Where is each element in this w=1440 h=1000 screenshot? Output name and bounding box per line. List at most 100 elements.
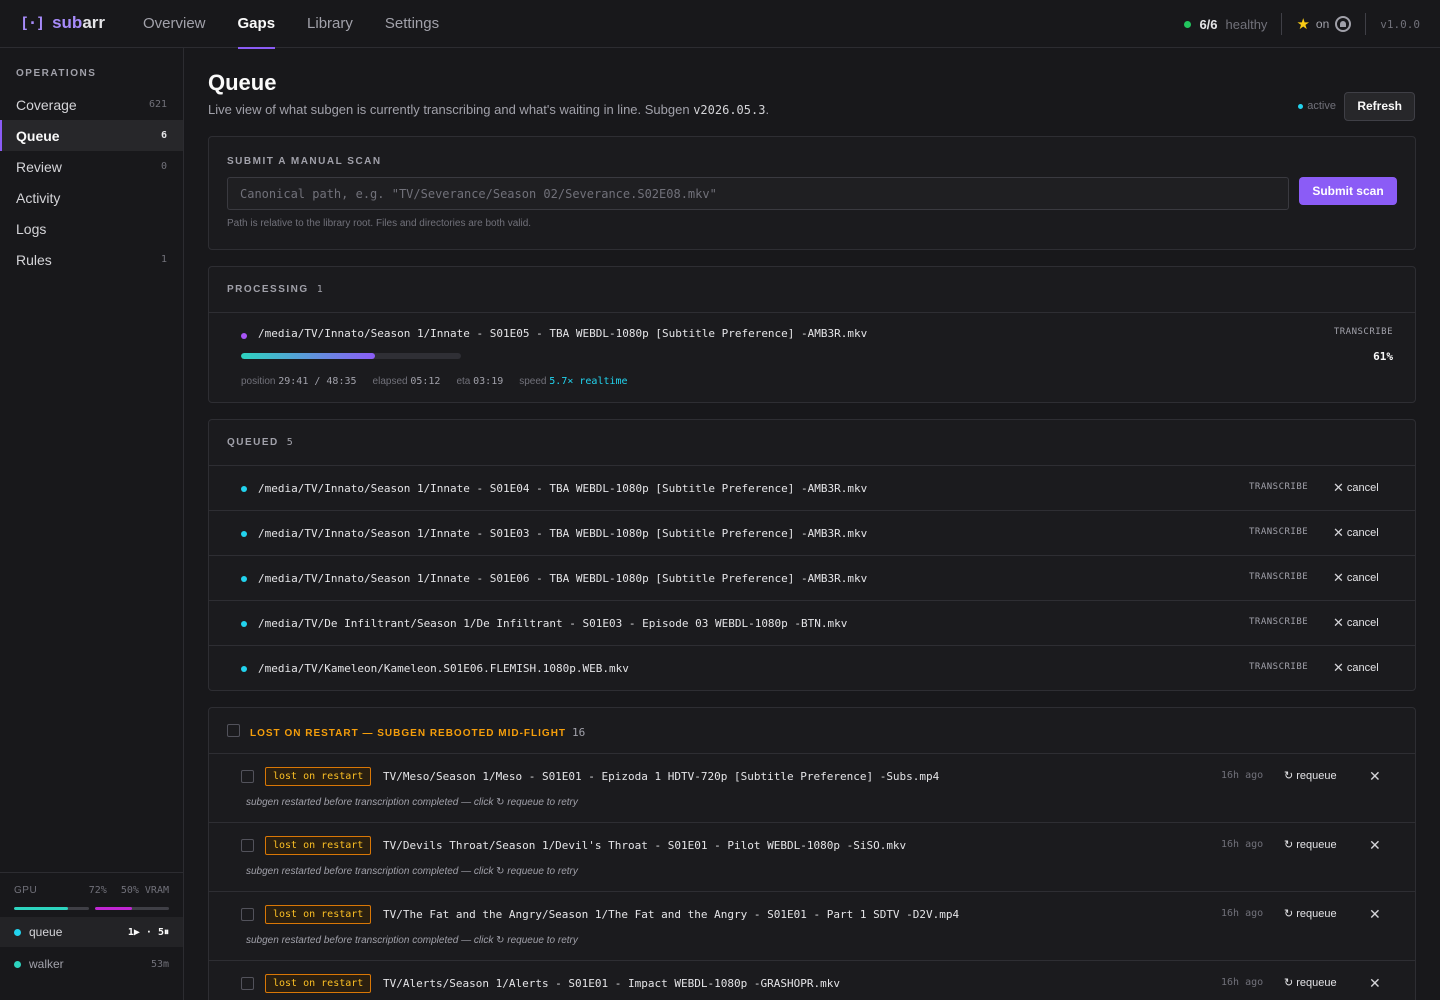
close-icon: ✕ <box>1333 615 1344 630</box>
sidebar-item-label: Rules <box>16 251 52 268</box>
worker-status: 1▶ · 5⏸ <box>127 926 169 938</box>
sidebar-item-logs[interactable]: Logs <box>0 213 183 244</box>
cancel-label: cancel <box>1346 571 1379 584</box>
requeue-button[interactable]: ↻ requeue <box>1284 976 1337 989</box>
cancel-button[interactable]: ✕ cancel <box>1333 571 1379 584</box>
health-dot-icon <box>1184 20 1192 28</box>
queued-row: /media/TV/Innato/Season 1/Innate - S01E0… <box>209 511 1415 556</box>
nav-gaps[interactable]: Gaps <box>237 0 275 49</box>
processing-dot-icon <box>241 333 247 339</box>
brand-logo[interactable]: [·] subarr <box>20 13 105 33</box>
github-star-link[interactable]: ★ on <box>1282 15 1365 33</box>
dismiss-icon[interactable]: ✕ <box>1369 906 1381 923</box>
close-icon: ✕ <box>1333 660 1344 675</box>
nav-settings[interactable]: Settings <box>385 0 439 48</box>
sidebar-item-count: 0 <box>160 161 167 172</box>
processing-meta: position 29:41 / 48:35 elapsed 05:12 eta… <box>241 376 628 387</box>
sidebar-item-label: Activity <box>16 189 61 206</box>
queued-dot-icon <box>241 666 247 672</box>
elapsed-stat: elapsed 05:12 <box>372 376 441 387</box>
lost-badge: lost on restart <box>265 905 372 924</box>
brand-mark-icon: [·] <box>20 14 45 32</box>
sidebar-item-rules[interactable]: Rules 1 <box>0 244 183 275</box>
worker-walker[interactable]: walker 53m <box>0 949 183 979</box>
cancel-button[interactable]: ✕ cancel <box>1333 481 1379 494</box>
lost-path: TV/Alerts/Season 1/Alerts - S01E01 - Imp… <box>383 977 840 990</box>
eta-stat: eta 03:19 <box>456 376 504 387</box>
requeue-button[interactable]: ↻ requeue <box>1284 769 1337 782</box>
sidebar-item-coverage[interactable]: Coverage 621 <box>0 89 183 120</box>
nav-library[interactable]: Library <box>307 0 353 48</box>
select-all-checkbox[interactable] <box>227 724 240 737</box>
speed-stat: speed 5.7× realtime <box>519 376 628 387</box>
queued-path: /media/TV/De Infiltrant/Season 1/De Infi… <box>258 617 848 630</box>
main-nav: Overview Gaps Library Settings <box>143 0 471 49</box>
status-dot-icon <box>1298 103 1304 109</box>
sidebar-item-count: 1 <box>160 254 167 265</box>
cancel-label: cancel <box>1346 481 1379 494</box>
health-indicator[interactable]: 6/6 healthy <box>1184 17 1281 32</box>
close-icon: ✕ <box>1333 480 1344 495</box>
queued-dot-icon <box>241 621 247 627</box>
lost-title-group: LOST ON RESTART — SUBGEN REBOOTED MID-FL… <box>250 725 586 739</box>
requeue-button[interactable]: ↻ requeue <box>1284 907 1337 920</box>
version-label: v1.0.0 <box>1380 17 1420 31</box>
cancel-label: cancel <box>1346 526 1379 539</box>
dismiss-icon[interactable]: ✕ <box>1369 975 1381 992</box>
sidebar-item-review[interactable]: Review 0 <box>0 151 183 182</box>
lost-badge: lost on restart <box>265 836 372 855</box>
row-checkbox[interactable] <box>241 770 254 783</box>
cancel-label: cancel <box>1346 661 1379 674</box>
queued-dot-icon <box>241 486 247 492</box>
gpu-percent: 72% <box>88 885 107 896</box>
worker-name: queue <box>29 925 63 939</box>
gpu-usage-bar <box>14 907 89 910</box>
row-checkbox[interactable] <box>241 977 254 990</box>
processing-card: PROCESSING 1 /media/TV/Innato/Season 1/In… <box>208 266 1416 403</box>
row-checkbox[interactable] <box>241 908 254 921</box>
page-subtitle: Live view of what subgen is currently tr… <box>208 102 770 117</box>
lost-row: lost on restart TV/Alerts/Season 1/Alerts… <box>209 961 1415 1000</box>
dismiss-icon[interactable]: ✕ <box>1369 768 1381 785</box>
row-checkbox[interactable] <box>241 839 254 852</box>
gpu-label: GPU <box>14 885 38 896</box>
sidebar-section-title: OPERATIONS <box>16 68 97 79</box>
scan-path-input[interactable] <box>227 177 1289 210</box>
nav-overview[interactable]: Overview <box>143 0 206 48</box>
worker-queue[interactable]: queue 1▶ · 5⏸ <box>0 917 183 947</box>
job-kind: TRANSCRIBE <box>1249 617 1309 627</box>
sidebar-item-count: 6 <box>160 130 167 141</box>
worker-status-dot-icon <box>14 960 21 968</box>
top-bar: [·] subarr Overview Gaps Library Setting… <box>0 0 1440 49</box>
lost-badge: lost on restart <box>265 767 372 786</box>
queued-title: QUEUED 5 <box>227 437 293 448</box>
cancel-label: cancel <box>1346 616 1379 629</box>
cancel-button[interactable]: ✕ cancel <box>1333 526 1379 539</box>
manual-scan-title: SUBMIT A MANUAL SCAN <box>227 156 382 167</box>
cancel-button[interactable]: ✕ cancel <box>1333 661 1379 674</box>
star-label: on <box>1315 17 1330 31</box>
gpu-stats: GPU 72% 50% VRAM <box>14 885 169 896</box>
lost-path: TV/Devils Throat/Season 1/Devil's Throat… <box>383 839 907 852</box>
lost-time: 16h ago <box>1221 908 1264 919</box>
processing-item: /media/TV/Innato/Season 1/Innate - S01E0… <box>209 313 1415 403</box>
sidebar: OPERATIONS Coverage 621 Queue 6 Review 0… <box>0 48 184 1000</box>
submit-scan-button[interactable]: Submit scan <box>1299 177 1397 205</box>
close-icon: ✕ <box>1333 570 1344 585</box>
queued-list: /media/TV/Innato/Season 1/Innate - S01E0… <box>209 466 1415 691</box>
refresh-button[interactable]: Refresh <box>1344 92 1415 121</box>
worker-status-dot-icon <box>14 928 21 936</box>
sidebar-item-queue[interactable]: Queue 6 <box>0 120 183 151</box>
lost-path: TV/The Fat and the Angry/Season 1/The Fa… <box>383 908 960 921</box>
job-kind: TRANSCRIBE <box>1249 482 1309 492</box>
lost-note: subgen restarted before transcription co… <box>246 797 578 808</box>
queued-row: /media/TV/Innato/Season 1/Innate - S01E0… <box>209 556 1415 601</box>
worker-name: walker <box>29 957 64 971</box>
job-kind: TRANSCRIBE <box>1333 327 1393 337</box>
queued-path: /media/TV/Innato/Season 1/Innate - S01E0… <box>258 527 868 540</box>
sidebar-item-activity[interactable]: Activity <box>0 182 183 213</box>
requeue-button[interactable]: ↻ requeue <box>1284 838 1337 851</box>
processing-header: PROCESSING 1 <box>209 267 1415 313</box>
cancel-button[interactable]: ✕ cancel <box>1333 616 1379 629</box>
dismiss-icon[interactable]: ✕ <box>1369 837 1381 854</box>
